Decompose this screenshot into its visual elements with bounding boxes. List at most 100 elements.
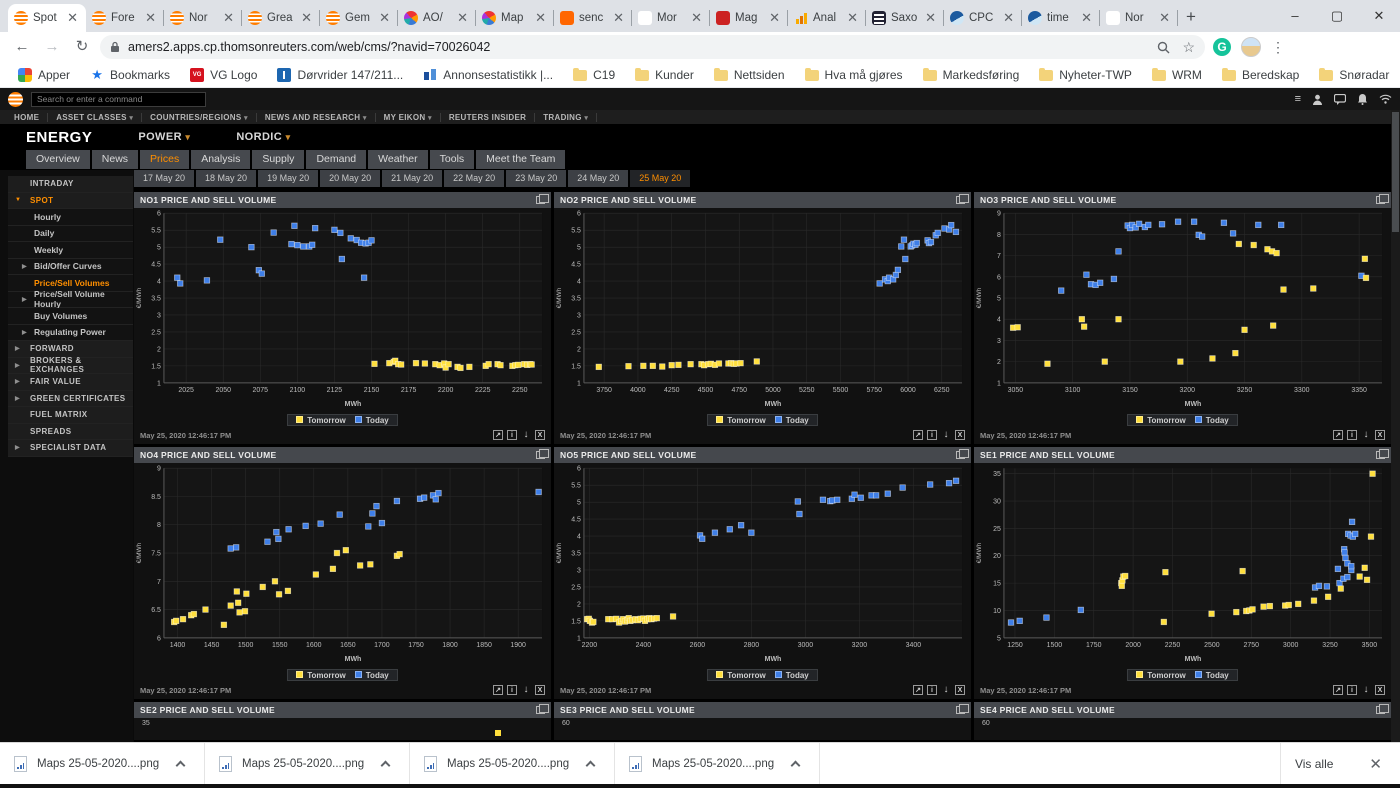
tab-meet-the-team[interactable]: Meet the Team xyxy=(476,150,565,169)
sidebar-item-fuel-matrix[interactable]: FUEL MATRIX xyxy=(8,407,133,424)
chevron-up-icon[interactable] xyxy=(176,760,186,770)
date-tab-22-may-20[interactable]: 22 May 20 xyxy=(444,170,504,187)
close-tab-icon[interactable]: ✕ xyxy=(377,10,392,26)
menu-item-countries-regions[interactable]: COUNTRIES/REGIONS ▾ xyxy=(142,113,257,122)
eikon-search-input[interactable] xyxy=(31,92,206,107)
excel-export-icon[interactable]: X xyxy=(535,685,545,695)
open-external-icon[interactable]: ↗ xyxy=(493,685,503,695)
sidebar-item-spreads[interactable]: SPREADS xyxy=(8,424,133,441)
browser-tab-mor[interactable]: Mor✕ xyxy=(632,4,710,32)
profile-icon[interactable] xyxy=(1312,94,1323,105)
browser-tab-anal[interactable]: Anal✕ xyxy=(788,4,866,32)
legend-item-tomorrow[interactable]: Tomorrow xyxy=(716,416,766,425)
download-item[interactable]: Maps 25-05-2020....png xyxy=(0,743,205,784)
profile-avatar[interactable] xyxy=(1241,37,1261,57)
toolbar-menu-icon[interactable]: ≡ xyxy=(1295,93,1301,105)
legend-item-tomorrow[interactable]: Tomorrow xyxy=(296,671,346,680)
legend-item-today[interactable]: Today xyxy=(355,671,389,680)
menu-item-asset-classes[interactable]: ASSET CLASSES ▾ xyxy=(48,113,142,122)
info-icon[interactable]: i xyxy=(507,685,517,695)
legend-item-today[interactable]: Today xyxy=(775,416,809,425)
legend-item-today[interactable]: Today xyxy=(1195,416,1229,425)
chat-icon[interactable] xyxy=(1334,94,1346,105)
download-icon[interactable]: ↓ xyxy=(521,685,531,695)
browser-tab-time[interactable]: time✕ xyxy=(1022,4,1100,32)
vertical-scrollbar[interactable] xyxy=(1391,110,1400,742)
download-icon[interactable]: ↓ xyxy=(1361,430,1371,440)
sidebar-item-buy-volumes[interactable]: Buy Volumes xyxy=(8,308,133,325)
tab-overview[interactable]: Overview xyxy=(26,150,90,169)
close-tab-icon[interactable]: ✕ xyxy=(767,10,782,26)
bookmark-doc[interactable]: Dørvrider 147/211... xyxy=(269,65,411,85)
date-tab-19-may-20[interactable]: 19 May 20 xyxy=(258,170,318,187)
sidebar-item-daily[interactable]: Daily xyxy=(8,226,133,243)
tab-weather[interactable]: Weather xyxy=(368,150,428,169)
popout-icon[interactable] xyxy=(536,451,545,459)
browser-tab-cpc[interactable]: CPC✕ xyxy=(944,4,1022,32)
reload-icon[interactable]: ↻ xyxy=(70,35,94,59)
close-tab-icon[interactable]: ✕ xyxy=(923,10,938,26)
date-tab-25-may-20[interactable]: 25 May 20 xyxy=(630,170,690,187)
bookmark-folder[interactable]: WRM xyxy=(1144,65,1210,85)
close-tab-icon[interactable]: ✕ xyxy=(1001,10,1016,26)
browser-tab-mag[interactable]: Mag✕ xyxy=(710,4,788,32)
sidebar-item-weekly[interactable]: Weekly xyxy=(8,242,133,259)
info-icon[interactable]: i xyxy=(927,430,937,440)
menu-item-news-and-research[interactable]: NEWS AND RESEARCH ▾ xyxy=(257,113,376,122)
menu-item-trading[interactable]: TRADING ▾ xyxy=(535,113,597,122)
date-tab-21-may-20[interactable]: 21 May 20 xyxy=(382,170,442,187)
browser-tab-fore[interactable]: Fore✕ xyxy=(86,4,164,32)
download-icon[interactable]: ↓ xyxy=(1361,685,1371,695)
date-tab-17-may-20[interactable]: 17 May 20 xyxy=(134,170,194,187)
excel-export-icon[interactable]: X xyxy=(955,685,965,695)
tab-demand[interactable]: Demand xyxy=(306,150,366,169)
legend-item-tomorrow[interactable]: Tomorrow xyxy=(296,416,346,425)
legend-item-today[interactable]: Today xyxy=(355,416,389,425)
excel-export-icon[interactable]: X xyxy=(535,430,545,440)
popout-icon[interactable] xyxy=(536,196,545,204)
bookmark-star-icon[interactable]: ☆ xyxy=(1182,39,1195,56)
open-external-icon[interactable]: ↗ xyxy=(1333,685,1343,695)
browser-tab-nor[interactable]: Nor✕ xyxy=(164,4,242,32)
close-tab-icon[interactable]: ✕ xyxy=(455,10,470,26)
tab-supply[interactable]: Supply xyxy=(252,150,304,169)
minimize-button[interactable]: – xyxy=(1274,0,1316,32)
download-item[interactable]: Maps 25-05-2020....png xyxy=(410,743,615,784)
back-icon[interactable]: ← xyxy=(10,35,34,59)
close-window-button[interactable]: ✕ xyxy=(1358,0,1400,32)
browser-tab-map[interactable]: Map✕ xyxy=(476,4,554,32)
tab-prices[interactable]: Prices xyxy=(140,150,189,169)
date-tab-23-may-20[interactable]: 23 May 20 xyxy=(506,170,566,187)
bookmark-star[interactable]: ★Bookmarks xyxy=(82,65,178,85)
new-tab-button[interactable]: + xyxy=(1186,7,1196,27)
info-icon[interactable]: i xyxy=(1347,430,1357,440)
legend-item-today[interactable]: Today xyxy=(775,671,809,680)
forward-icon[interactable]: → xyxy=(40,35,64,59)
bookmark-apps[interactable]: Apper xyxy=(10,65,78,85)
browser-tab-spot[interactable]: Spot✕ xyxy=(8,4,86,32)
popout-icon[interactable] xyxy=(1376,451,1385,459)
chevron-up-icon[interactable] xyxy=(791,760,801,770)
close-tab-icon[interactable]: ✕ xyxy=(143,10,158,26)
date-tab-24-may-20[interactable]: 24 May 20 xyxy=(568,170,628,187)
sidebar-item-spot[interactable]: ▼SPOT xyxy=(8,193,133,210)
date-tab-18-may-20[interactable]: 18 May 20 xyxy=(196,170,256,187)
region-select[interactable]: NORDIC ▾ xyxy=(236,131,290,143)
sidebar-item-fair-value[interactable]: ▶FAIR VALUE xyxy=(8,374,133,391)
popout-icon[interactable] xyxy=(1376,706,1385,714)
browser-tab-nor[interactable]: Nor✕ xyxy=(1100,4,1178,32)
sidebar-item-intraday[interactable]: INTRADAY xyxy=(8,176,133,193)
info-icon[interactable]: i xyxy=(927,685,937,695)
close-tab-icon[interactable]: ✕ xyxy=(533,10,548,26)
popout-icon[interactable] xyxy=(956,451,965,459)
browser-menu-icon[interactable]: ⋮ xyxy=(1271,39,1285,56)
popout-icon[interactable] xyxy=(536,706,545,714)
close-downloads-bar-icon[interactable]: ✕ xyxy=(1369,755,1382,773)
open-external-icon[interactable]: ↗ xyxy=(913,430,923,440)
grammarly-icon[interactable]: G xyxy=(1213,38,1231,56)
close-tab-icon[interactable]: ✕ xyxy=(65,10,80,26)
bookmark-stats[interactable]: Annonsestatistikk |... xyxy=(415,65,561,85)
scrollbar-thumb[interactable] xyxy=(1392,112,1399,232)
sidebar-item-brokers-exchanges[interactable]: ▶BROKERS & EXCHANGES xyxy=(8,358,133,375)
download-icon[interactable]: ↓ xyxy=(941,685,951,695)
